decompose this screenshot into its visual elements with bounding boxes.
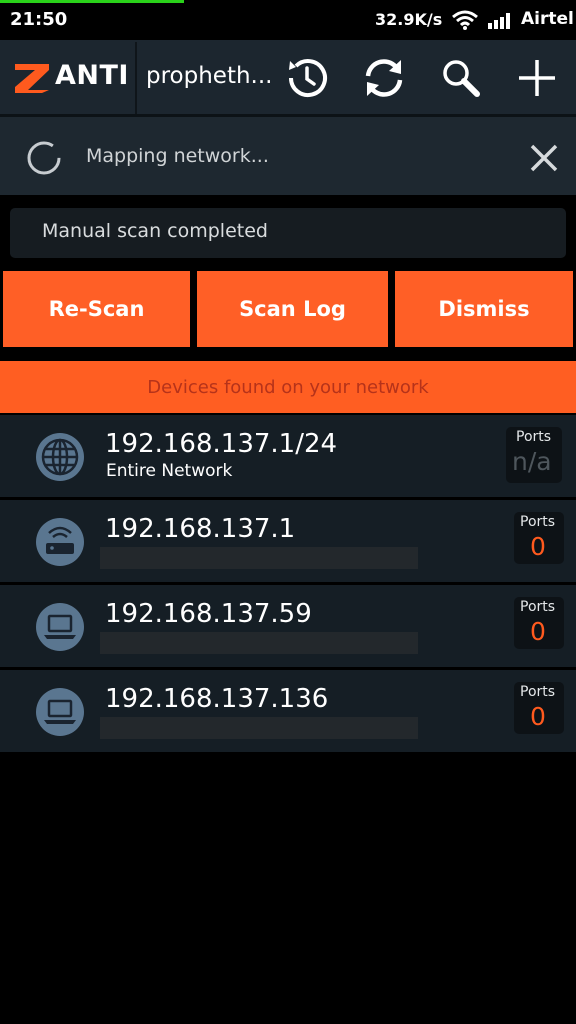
signal-icon	[488, 13, 510, 29]
device-ip: 192.168.137.136	[105, 684, 329, 714]
device-name-placeholder	[100, 632, 418, 654]
ports-label: Ports	[520, 514, 556, 530]
device-row[interactable]: 192.168.137.136 Ports 0	[0, 670, 576, 752]
loading-spinner-icon	[27, 141, 61, 175]
history-icon[interactable]	[279, 50, 335, 106]
status-network-speed: 32.9K/s	[375, 10, 443, 29]
ports-box: Ports 0	[514, 682, 564, 734]
devices-banner: Devices found on your network	[0, 361, 576, 413]
ports-count: 0	[530, 617, 546, 646]
scan-status-text: Manual scan completed	[42, 220, 268, 242]
device-name-placeholder	[100, 547, 418, 569]
device-row[interactable]: 192.168.137.59 Ports 0	[0, 585, 576, 667]
device-subtitle: Entire Network	[106, 461, 233, 481]
ports-count: 0	[530, 702, 546, 731]
ports-box: Ports 0	[514, 512, 564, 564]
status-progress-indicator	[0, 0, 184, 3]
ports-count: n/a	[512, 447, 552, 476]
refresh-icon[interactable]	[356, 50, 412, 106]
device-name-placeholder	[100, 717, 418, 739]
laptop-icon	[36, 603, 84, 651]
router-icon	[36, 518, 84, 566]
rescan-button[interactable]: Re-Scan	[3, 271, 190, 347]
status-carrier: Airtel	[521, 9, 574, 29]
ports-box: Ports 0	[514, 597, 564, 649]
laptop-icon	[36, 688, 84, 736]
globe-icon	[36, 433, 84, 481]
ports-label: Ports	[520, 599, 556, 615]
device-ip: 192.168.137.59	[105, 599, 312, 629]
dismiss-button[interactable]: Dismiss	[395, 271, 573, 347]
ports-label: Ports	[520, 684, 556, 700]
app-logo-text[interactable]: ANTI	[55, 60, 129, 91]
device-row[interactable]: 192.168.137.1 Ports 0	[0, 500, 576, 582]
ports-count: 0	[530, 532, 546, 561]
device-ip: 192.168.137.1	[105, 514, 296, 544]
add-icon[interactable]	[509, 50, 565, 106]
network-title[interactable]: propheth...	[146, 63, 272, 89]
zanti-logo-icon[interactable]	[12, 60, 52, 94]
status-time: 21:50	[10, 9, 68, 30]
devices-banner-label: Devices found on your network	[147, 376, 429, 398]
search-icon[interactable]	[433, 50, 489, 106]
device-ip: 192.168.137.1/24	[105, 429, 338, 459]
scan-log-button[interactable]: Scan Log	[197, 271, 388, 347]
action-bar-divider	[135, 42, 137, 114]
ports-label: Ports	[516, 429, 552, 445]
mapping-status-text: Mapping network...	[86, 145, 269, 167]
ports-box: Ports n/a	[506, 427, 562, 483]
device-row[interactable]: 192.168.137.1/24 Entire Network Ports n/…	[0, 415, 576, 497]
close-icon[interactable]	[527, 141, 561, 175]
wifi-icon	[452, 10, 478, 30]
